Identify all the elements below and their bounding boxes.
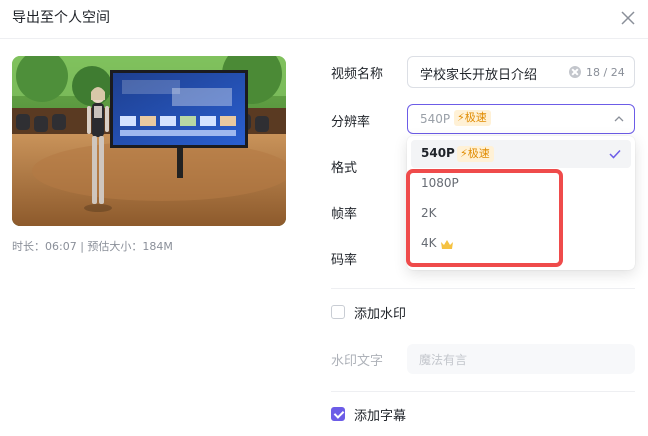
crown-icon <box>441 240 453 249</box>
chevron-up-icon[interactable] <box>614 114 624 124</box>
video-name-input[interactable]: 学校家长开放日介绍 18 / 24 <box>407 56 635 88</box>
speed-badge: ⚡极速 <box>454 110 491 126</box>
watermark-text-input[interactable]: 魔法有言 <box>407 344 635 374</box>
clear-icon[interactable] <box>569 66 581 78</box>
option-label: 540P <box>421 146 455 160</box>
video-meta: 时长：06:07 | 预估大小：184M <box>12 238 173 254</box>
option-4k[interactable]: 4K <box>411 230 631 258</box>
video-thumbnail-image <box>12 56 286 226</box>
section-divider <box>331 391 635 392</box>
char-counter: 18 / 24 <box>586 66 625 79</box>
dialog-title: 导出至个人空间 <box>12 10 110 26</box>
option-label: 4K <box>421 236 437 250</box>
watermark-text-label: 水印文字 <box>331 354 384 369</box>
video-name-value[interactable]: 学校家长开放日介绍 <box>420 64 537 83</box>
option-label: 1080P <box>421 176 459 190</box>
subtitles-label[interactable]: 添加字幕 <box>354 405 406 424</box>
check-icon <box>609 149 621 159</box>
option-1080p[interactable]: 1080P <box>411 170 631 198</box>
watermark-label[interactable]: 添加水印 <box>354 303 406 322</box>
close-button[interactable] <box>618 8 638 28</box>
size-label: 预估大小： <box>87 240 143 253</box>
duration-label: 时长： <box>12 240 45 253</box>
meta-separator: | <box>76 240 88 253</box>
section-divider <box>331 288 635 289</box>
resolution-label: 分辨率 <box>331 115 371 130</box>
bitrate-label: 码率 <box>331 253 358 268</box>
duration-value: 06:07 <box>45 240 77 253</box>
watermark-checkbox[interactable] <box>331 305 345 319</box>
speed-badge-label: 极速 <box>464 111 487 124</box>
frame-rate-label: 帧率 <box>331 207 358 222</box>
format-label: 格式 <box>331 161 358 176</box>
close-icon[interactable] <box>618 8 638 28</box>
header-divider <box>0 38 648 39</box>
option-540p[interactable]: 540P ⚡极速 <box>411 140 631 168</box>
resolution-value: 540P <box>420 112 451 126</box>
resolution-select[interactable]: 540P ⚡极速 <box>407 104 635 134</box>
video-name-label: 视频名称 <box>331 67 384 82</box>
size-value: 184M <box>142 240 173 253</box>
speed-badge-label: 极速 <box>467 147 490 160</box>
option-label: 2K <box>421 206 437 220</box>
speed-badge: ⚡极速 <box>457 146 494 162</box>
watermark-text-placeholder: 魔法有言 <box>419 353 468 367</box>
resolution-dropdown: 540P ⚡极速 1080P 2K 4K <box>407 136 635 270</box>
subtitles-checkbox[interactable] <box>331 407 345 421</box>
option-2k[interactable]: 2K <box>411 200 631 228</box>
video-preview <box>12 56 286 226</box>
